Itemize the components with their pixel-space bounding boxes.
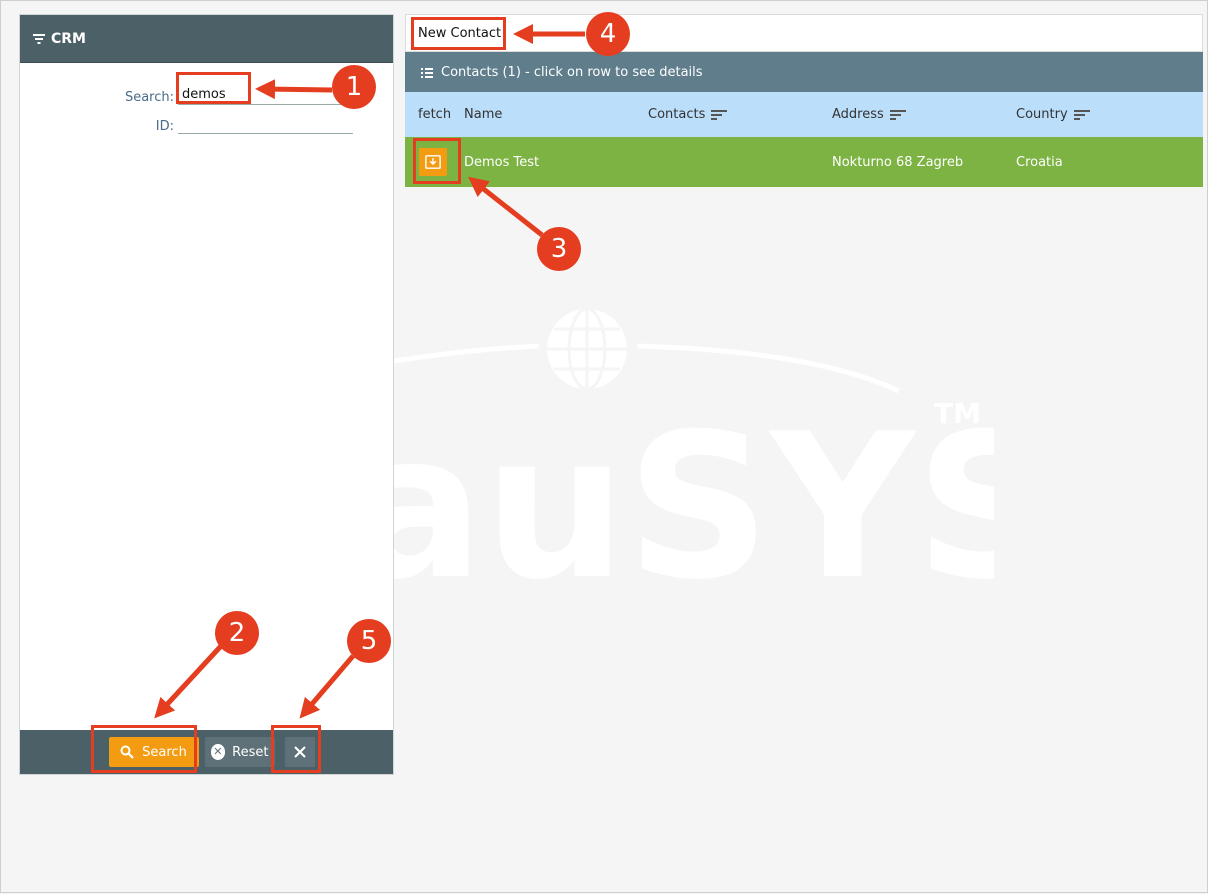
fetch-button[interactable] [419,148,447,176]
search-button[interactable]: Search [108,737,199,767]
toolbar: New Contact [405,14,1203,52]
column-header-label: Address [832,107,884,122]
download-icon [425,155,441,169]
annotation-badge-2: 2 [215,611,259,655]
search-icon [120,745,134,759]
annotation-badge-5: 5 [347,619,391,663]
panel-title: CRM [51,30,86,47]
column-header-contacts[interactable]: Contacts [648,107,832,122]
annotation-badge-3: 3 [537,227,581,271]
column-header-fetch: fetch [405,107,464,122]
id-input[interactable] [178,116,353,134]
watermark-text: auSYS [394,391,994,591]
grid-header-row: fetch Name Contacts Address Country [405,92,1203,137]
sort-icon[interactable] [889,109,906,120]
globe-icon [547,307,627,391]
grid-title: Contacts (1) - click on row to see detai… [441,64,703,80]
search-row: Search: [20,85,353,105]
filter-panel-footer: Search ✕ Reset [20,730,393,774]
watermark-tm: TM [934,397,981,430]
sort-icon[interactable] [711,109,728,120]
filter-panel: CRM Search: ID: Search ✕ Reset [19,14,394,775]
column-header-country[interactable]: Country [1016,107,1200,122]
search-button-label: Search [142,744,187,760]
annotation-badge-1: 1 [332,65,376,109]
cell-address: Nokturno 68 Zagreb [832,154,964,170]
reset-button-label: Reset [232,744,269,760]
cell-country: Croatia [1016,154,1063,170]
cell-fetch [405,148,464,176]
reset-icon: ✕ [210,744,226,760]
sort-icon[interactable] [1073,109,1090,120]
column-header-label: Contacts [648,107,706,122]
list-icon [421,67,433,78]
new-contact-button[interactable]: New Contact [412,23,508,43]
close-icon [293,746,306,758]
cell-name: Demos Test [464,154,540,170]
annotation-badge-4: 4 [586,12,630,56]
column-header-label: Country [1016,107,1068,122]
table-row[interactable]: Demos Test Nokturno 68 Zagreb Croatia [405,137,1203,187]
close-panel-button[interactable] [284,737,315,767]
column-header-name[interactable]: Name [464,107,648,122]
ausys-watermark-logo: auSYS TM [394,307,994,591]
column-header-address[interactable]: Address [832,107,1016,122]
grid-title-bar: Contacts (1) - click on row to see detai… [405,52,1203,92]
contacts-grid: Contacts (1) - click on row to see detai… [405,52,1203,187]
id-row: ID: [20,116,353,134]
reset-button[interactable]: ✕ Reset [204,737,275,767]
column-header-label: Name [464,107,503,122]
id-label: ID: [155,119,174,134]
search-input[interactable] [178,85,353,105]
column-header-label: fetch [418,107,452,122]
filter-icon [32,33,45,44]
search-label: Search: [124,90,174,105]
filter-panel-header: CRM [20,15,393,63]
